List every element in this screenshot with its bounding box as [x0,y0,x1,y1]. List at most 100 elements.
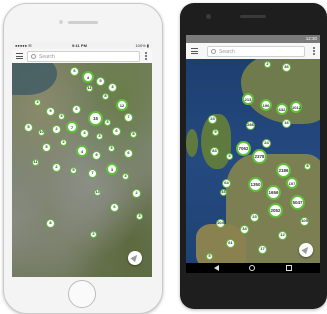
earpiece-speaker [240,15,266,18]
home-icon[interactable] [249,265,255,271]
cluster-marker[interactable]: 5047 [290,195,305,210]
locate-me-button[interactable] [299,243,313,257]
cluster-marker[interactable]: 105 [300,217,309,226]
cluster-marker[interactable]: 2 [52,125,61,134]
cluster-marker[interactable]: 10 [38,129,45,136]
cluster-marker[interactable]: 8 [46,219,55,228]
cluster-marker[interactable]: 23 [250,213,259,222]
app-toolbar: Search [12,49,152,64]
cluster-marker[interactable]: 286 [246,121,255,130]
cluster-marker[interactable]: 36 [282,63,291,72]
battery-status: 100% ▮ [135,43,149,48]
cluster-marker[interactable]: 1012 [290,101,302,113]
cluster-marker[interactable]: 5 [96,77,105,86]
cluster-marker[interactable]: 1350 [248,177,263,192]
cluster-marker[interactable]: 12 [278,231,287,240]
search-input[interactable]: Search [207,46,305,57]
cluster-marker[interactable]: 34 [240,225,249,234]
cluster-marker[interactable]: 4 [58,113,65,120]
cluster-marker[interactable]: 4 [226,153,233,160]
cluster-marker[interactable]: 7 [124,113,133,122]
cluster-marker[interactable]: 6 [72,105,81,114]
home-button[interactable] [68,280,96,308]
search-icon [31,54,36,59]
locate-me-button[interactable] [128,251,142,265]
status-time: 12:30 [305,36,317,41]
cluster-marker[interactable]: 4 [80,129,89,138]
cluster-marker[interactable]: 7062 [236,141,251,156]
cluster-marker[interactable]: 9 [46,107,55,116]
cluster-marker[interactable]: 5 [206,253,213,260]
cluster-marker[interactable]: 2186 [276,163,291,178]
more-options-icon[interactable] [313,47,315,56]
cluster-marker[interactable]: 196 [260,99,272,111]
cluster-marker[interactable]: 11 [86,85,93,92]
cluster-marker[interactable]: 8 [102,93,109,100]
cluster-marker[interactable]: 7 [88,169,97,178]
cluster-marker[interactable]: 2 [52,163,61,172]
cluster-marker[interactable]: 6 [124,149,133,158]
cluster-marker[interactable]: 2 [34,99,41,106]
earpiece-speaker [68,21,98,24]
cluster-map[interactable]: 2 36 213 196 632 1012 16 23 286 9 83 7062 2378 4 24 64 1… [186,59,320,263]
landmass-ireland [186,129,198,157]
recent-apps-icon[interactable] [286,265,292,271]
menu-icon[interactable] [191,48,198,54]
cluster-marker[interactable]: 6 [70,67,79,76]
search-placeholder: Search [219,48,235,55]
cluster-marker[interactable]: 5 [42,143,51,152]
cluster-marker[interactable]: 107 [286,177,298,189]
cluster-marker[interactable]: 3 [104,119,111,126]
cluster-marker[interactable]: 2052 [268,203,283,218]
cluster-marker[interactable]: 61 [226,239,235,248]
cluster-marker[interactable]: 17 [258,245,267,254]
cluster-marker[interactable]: 6 [112,127,121,136]
cluster-marker[interactable]: 632 [276,103,288,115]
navigation-arrow-icon [301,244,311,255]
cluster-marker[interactable]: 9 [92,151,101,160]
cluster-marker[interactable]: 4 [122,173,129,180]
cluster-marker[interactable]: 7 [66,121,78,133]
cluster-marker[interactable]: 3 [108,83,117,92]
cluster-marker[interactable]: 2 [90,231,97,238]
front-camera [206,14,211,19]
cluster-marker[interactable]: 64 [222,179,231,188]
cluster-marker[interactable]: 3 [96,133,103,140]
cluster-marker[interactable]: 15 [88,111,103,126]
cluster-marker[interactable]: 2 [132,189,141,198]
iphone-device: ●●●●● ✉ 9:11 PM 100% ▮ Search 6 4 5 11 3 8 12 7… [3,3,163,314]
cluster-marker[interactable]: 8 [304,163,311,170]
cluster-marker[interactable]: 16 [282,119,291,128]
cluster-marker[interactable]: 4 [76,145,88,157]
status-bar: 12:30 [186,35,320,43]
back-icon[interactable] [214,265,219,271]
cluster-marker[interactable]: 213 [242,93,254,105]
cluster-marker[interactable]: 1656 [266,185,281,200]
cluster-marker[interactable]: 2378 [252,149,267,164]
cluster-marker[interactable]: 3 [106,163,118,175]
cluster-marker[interactable]: 5 [24,123,33,132]
cluster-marker[interactable]: 6 [110,203,119,212]
cluster-marker[interactable]: 1040 [216,219,226,228]
cluster-marker[interactable]: 5 [70,167,77,174]
cluster-marker[interactable]: 8 [130,131,137,138]
cluster-marker[interactable]: 13 [94,189,101,196]
cluster-marker[interactable]: 11 [32,159,39,166]
navigation-arrow-icon [130,252,140,263]
cluster-marker[interactable]: 2 [60,139,67,146]
cluster-marker[interactable]: 9 [212,129,219,136]
search-placeholder: Search [39,53,55,60]
cluster-marker[interactable]: 16 [220,189,227,196]
cluster-marker[interactable]: 4 [82,71,94,83]
cluster-marker[interactable]: 12 [116,99,128,111]
cluster-marker[interactable]: 83 [210,147,219,156]
cluster-marker[interactable]: 2 [264,61,271,68]
menu-icon[interactable] [16,53,23,59]
cluster-marker[interactable]: 3 [136,213,143,220]
search-input[interactable]: Search [27,51,140,62]
cluster-marker[interactable]: 24 [262,139,271,148]
cluster-map[interactable]: 6 4 5 11 3 8 12 7 2 9 4 6 15 3 5 10 2 7 4 3 6 8 5 2 4 9 3 6 11 2 5 7 3 4 2… [12,63,152,277]
more-options-icon[interactable] [145,52,147,61]
cluster-marker[interactable]: 23 [208,115,217,124]
cluster-marker[interactable]: 3 [108,145,115,152]
